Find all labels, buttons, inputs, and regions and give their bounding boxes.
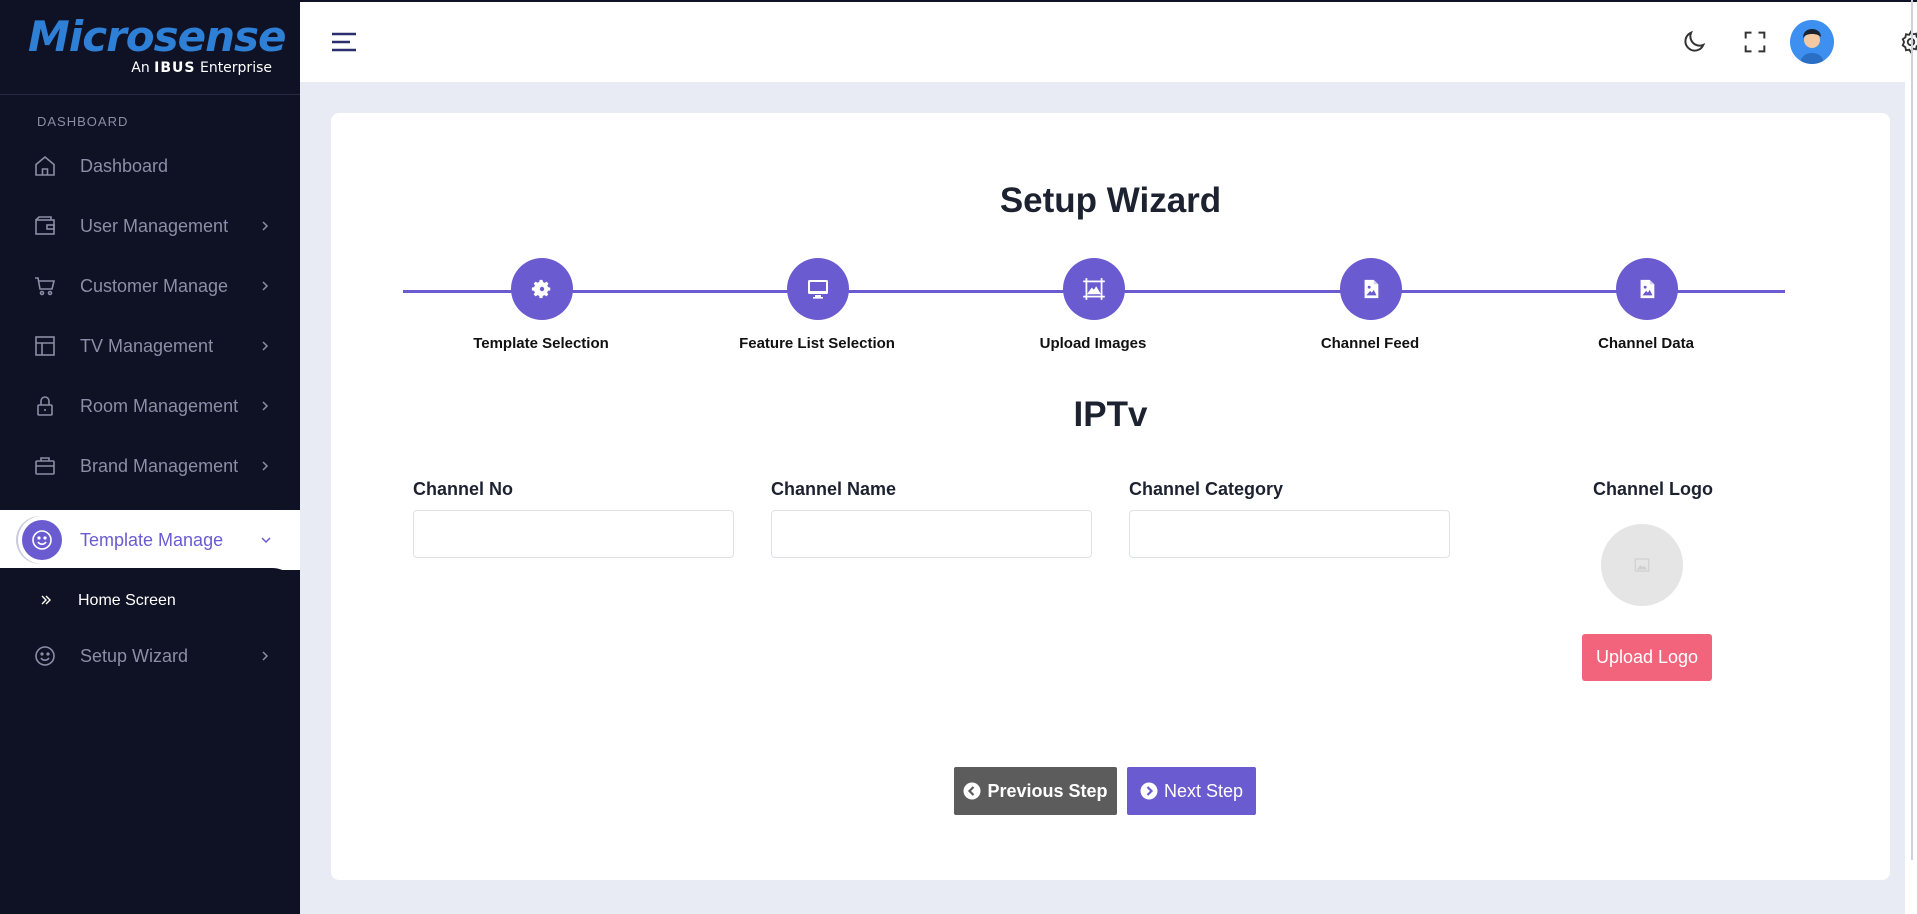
sidebar-item-setup-wizard[interactable]: Setup Wizard xyxy=(0,634,300,678)
moon-icon[interactable] xyxy=(1680,28,1708,56)
chevrons-right-icon xyxy=(41,595,51,605)
section-title: IPTv xyxy=(1073,395,1148,434)
sidebar-item-label: Customer Manage xyxy=(80,275,229,296)
sidebar-subitem-home-screen[interactable]: Home Screen xyxy=(0,586,300,616)
home-icon xyxy=(35,155,55,176)
channel-no-label: Channel No xyxy=(413,479,514,499)
image-file-icon xyxy=(1640,279,1655,299)
sidebar: Microsense An IBUS Enterprise DASHBOARD … xyxy=(0,0,300,914)
layout-icon xyxy=(35,336,55,356)
next-step-button[interactable]: Next Step xyxy=(1127,767,1256,815)
cog-icon xyxy=(531,279,551,299)
channel-name-label: Channel Name xyxy=(771,479,897,499)
chevron-right-icon xyxy=(262,461,269,471)
active-item-wrapper: Template Manage xyxy=(0,482,300,570)
sidebar-item-tv-management[interactable]: TV Management xyxy=(0,324,300,368)
channel-no-input[interactable] xyxy=(413,510,734,558)
avatar[interactable] xyxy=(1790,20,1834,64)
sidebar-item-label: Setup Wizard xyxy=(80,645,189,666)
chevron-right-icon xyxy=(262,651,269,661)
sidebar-subitem-label: Home Screen xyxy=(78,592,176,609)
brand-name: Microsense xyxy=(28,12,287,61)
cart-icon xyxy=(35,277,56,296)
upload-logo-button[interactable]: Upload Logo xyxy=(1582,634,1712,681)
sidebar-item-room-management[interactable]: Room Management xyxy=(0,384,300,428)
sidebar-item-dashboard[interactable]: Dashboard xyxy=(0,144,300,188)
avatar-icon xyxy=(1790,20,1834,64)
sidebar-item-label: TV Management xyxy=(80,335,214,356)
sidebar-item-customer-manage[interactable]: Customer Manage xyxy=(0,264,300,308)
channel-category-label: Channel Category xyxy=(1129,479,1284,499)
chevron-left-circle-icon xyxy=(963,782,981,800)
step-label: Channel Feed xyxy=(1320,335,1420,352)
channel-category-input[interactable] xyxy=(1129,510,1450,558)
smile-icon xyxy=(35,646,55,666)
sidebar-item-label: Dashboard xyxy=(80,155,169,176)
step-label: Feature List Selection xyxy=(739,335,895,352)
fullscreen-icon[interactable] xyxy=(1741,28,1769,56)
step-label: Upload Images xyxy=(1039,335,1147,352)
frame-icon xyxy=(1083,278,1105,300)
sidebar-section-label: DASHBOARD xyxy=(37,114,129,129)
sidebar-item-user-management[interactable]: User Management xyxy=(0,204,300,248)
step-circle[interactable] xyxy=(1340,258,1402,320)
image-file-icon xyxy=(1364,279,1379,299)
chevron-right-icon xyxy=(262,341,269,351)
step-circle[interactable] xyxy=(787,258,849,320)
sidebar-item-label: Template Manage xyxy=(80,530,224,550)
chevron-right-icon xyxy=(262,401,269,411)
step-circle[interactable] xyxy=(511,258,573,320)
gear-icon[interactable] xyxy=(1898,29,1917,55)
wallet-icon xyxy=(35,216,55,235)
logo-preview xyxy=(1601,524,1683,606)
chevron-right-icon xyxy=(262,221,269,231)
next-step-label: Next Step xyxy=(1163,780,1244,801)
wizard-card: Setup Wizard Template Selection Feature … xyxy=(331,113,1890,880)
channel-name-input[interactable] xyxy=(771,510,1092,558)
sidebar-item-template-manage[interactable]: Template Manage xyxy=(18,516,300,564)
tagline-prefix: An xyxy=(131,60,150,76)
smile-icon xyxy=(22,520,62,560)
previous-step-label: Previous Step xyxy=(987,780,1108,801)
tagline-brand: IBUS xyxy=(154,60,196,76)
step-label: Channel Data xyxy=(1598,335,1694,352)
previous-step-button[interactable]: Previous Step xyxy=(954,767,1117,815)
step-circle[interactable] xyxy=(1616,258,1678,320)
image-placeholder-icon xyxy=(1634,558,1650,572)
scrollbar[interactable] xyxy=(1911,0,1913,860)
topbar xyxy=(300,0,1917,82)
chevron-right-icon xyxy=(262,281,269,291)
step-circle[interactable] xyxy=(1063,258,1125,320)
page-title: Setup Wizard xyxy=(999,181,1222,220)
brand-tagline: An IBUS Enterprise xyxy=(131,60,272,76)
sidebar-item-label: User Management xyxy=(80,215,229,236)
menu-icon[interactable] xyxy=(330,30,358,54)
monitor-icon xyxy=(808,280,828,299)
sidebar-item-label: Room Management xyxy=(80,395,239,416)
lock-icon xyxy=(37,396,53,416)
briefcase-icon xyxy=(35,457,55,475)
sidebar-item-label: Brand Management xyxy=(80,455,239,476)
tagline-suffix: Enterprise xyxy=(199,60,272,76)
brand-logo[interactable]: Microsense An IBUS Enterprise xyxy=(0,0,300,95)
channel-logo-label: Channel Logo xyxy=(1593,479,1713,499)
step-label: Template Selection xyxy=(473,335,609,352)
chevron-down-icon xyxy=(261,537,271,544)
chevron-right-circle-icon xyxy=(1140,782,1158,800)
